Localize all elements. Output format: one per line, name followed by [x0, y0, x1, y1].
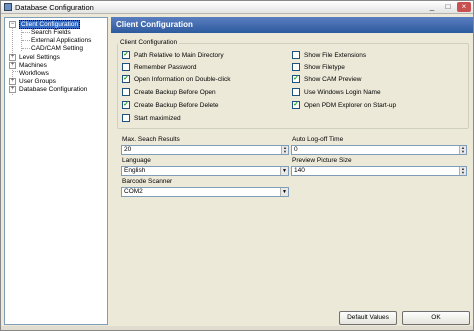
- max-search-spinner[interactable]: ▲ ▼: [281, 146, 288, 154]
- auto-logoff-spinner[interactable]: ▲ ▼: [459, 146, 466, 154]
- checkbox-start-maximized[interactable]: Start maximized: [122, 114, 181, 123]
- checkbox-label: Open PDM Explorer on Start-up: [304, 102, 397, 109]
- max-search-label: Max. Seach Results: [122, 136, 180, 143]
- checkbox-label: Open Information on Double-click: [134, 76, 231, 83]
- checkbox-show-filetype[interactable]: Show Filetype: [292, 63, 345, 72]
- tree-item-database-configuration[interactable]: Database Configuration: [19, 85, 87, 94]
- checkbox-backup-before-delete[interactable]: ✓ Create Backup Before Delete: [122, 101, 219, 110]
- tree-item-cad-cam-setting[interactable]: CAD/CAM Setting: [31, 44, 83, 53]
- default-values-button[interactable]: Default Values: [339, 311, 397, 325]
- checkbox-label: Remember Password: [134, 64, 197, 71]
- panel-header: Client Configuration: [111, 17, 473, 33]
- checkbox-show-file-extensions[interactable]: Show File Extensions: [292, 51, 366, 60]
- barcode-scanner-label: Barcode Scanner: [122, 178, 173, 185]
- checkbox-box[interactable]: ✓: [122, 101, 130, 109]
- ok-button[interactable]: OK: [402, 311, 470, 325]
- checkbox-open-info-double-click[interactable]: ✓ Open Information on Double-click: [122, 75, 230, 84]
- checkbox-backup-before-open[interactable]: Create Backup Before Open: [122, 88, 216, 97]
- auto-logoff-value: 0: [294, 146, 298, 153]
- database-configuration-window: Database Configuration _ □ × − Client Co…: [0, 0, 474, 331]
- minimize-button[interactable]: _: [425, 2, 439, 12]
- app-icon: [4, 3, 12, 11]
- checkbox-label: Show CAM Preview: [304, 76, 362, 83]
- checkbox-label: Use Windows Login Name: [304, 89, 381, 96]
- expand-user-groups-icon[interactable]: +: [9, 78, 16, 85]
- checkbox-label: Create Backup Before Delete: [134, 102, 219, 109]
- window-title: Database Configuration: [15, 3, 94, 12]
- checkbox-label: Create Backup Before Open: [134, 89, 216, 96]
- checkbox-box[interactable]: [122, 63, 130, 71]
- preview-picture-size-field[interactable]: 140 ▲ ▼: [291, 166, 467, 176]
- checkbox-box[interactable]: ✓: [122, 51, 130, 59]
- client-configuration-panel: Client Configuration Client Configuratio…: [111, 17, 473, 309]
- expand-level-settings-icon[interactable]: +: [9, 54, 16, 61]
- checkbox-box[interactable]: ✓: [292, 75, 300, 83]
- language-value: English: [124, 167, 146, 174]
- title-bar: Database Configuration _ □ ×: [1, 1, 473, 14]
- checkbox-box[interactable]: [122, 114, 130, 122]
- settings-tree[interactable]: − Client Configuration Search Fields Ext…: [4, 17, 108, 325]
- checkbox-label: Show File Extensions: [304, 52, 367, 59]
- checkbox-box[interactable]: ✓: [122, 75, 130, 83]
- checkbox-show-cam-preview[interactable]: ✓ Show CAM Preview: [292, 75, 361, 84]
- preview-size-spinner[interactable]: ▲ ▼: [459, 167, 466, 175]
- checkbox-box[interactable]: [292, 88, 300, 96]
- checkbox-open-pdm-explorer[interactable]: ✓ Open PDM Explorer on Start-up: [292, 101, 396, 110]
- auto-logoff-time-field[interactable]: 0 ▲ ▼: [291, 145, 467, 155]
- expand-database-configuration-icon[interactable]: +: [9, 86, 16, 93]
- language-select[interactable]: English ▼: [121, 166, 289, 176]
- max-search-value: 20: [124, 146, 132, 153]
- checkbox-label: Path Relative to Main Directory: [134, 52, 224, 59]
- chevron-down-icon[interactable]: ▼: [280, 188, 288, 196]
- language-label: Language: [122, 157, 151, 164]
- checkbox-box[interactable]: [292, 51, 300, 59]
- checkbox-box[interactable]: [292, 63, 300, 71]
- checkbox-box[interactable]: [122, 88, 130, 96]
- status-strip: [1, 326, 473, 330]
- checkbox-label: Start maximized: [134, 115, 181, 122]
- close-button[interactable]: ×: [457, 2, 471, 12]
- chevron-down-icon[interactable]: ▼: [280, 167, 288, 175]
- auto-logoff-label: Auto Log-off Time: [292, 136, 344, 143]
- maximize-button[interactable]: □: [441, 2, 455, 12]
- barcode-scanner-select[interactable]: COM2 ▼: [121, 187, 289, 197]
- group-title: Client Configuration: [118, 39, 180, 46]
- checkbox-windows-login-name[interactable]: Use Windows Login Name: [292, 88, 381, 97]
- collapse-client-configuration-icon[interactable]: −: [9, 21, 16, 28]
- preview-size-value: 140: [294, 167, 305, 174]
- checkbox-label: Show Filetype: [304, 64, 345, 71]
- barcode-scanner-value: COM2: [124, 188, 143, 195]
- expand-machines-icon[interactable]: +: [9, 62, 16, 69]
- checkbox-remember-password[interactable]: Remember Password: [122, 63, 197, 72]
- checkbox-box[interactable]: ✓: [292, 101, 300, 109]
- max-search-results-field[interactable]: 20 ▲ ▼: [121, 145, 289, 155]
- checkbox-path-relative[interactable]: ✓ Path Relative to Main Directory: [122, 51, 224, 60]
- preview-size-label: Preview Picture Size: [292, 157, 352, 164]
